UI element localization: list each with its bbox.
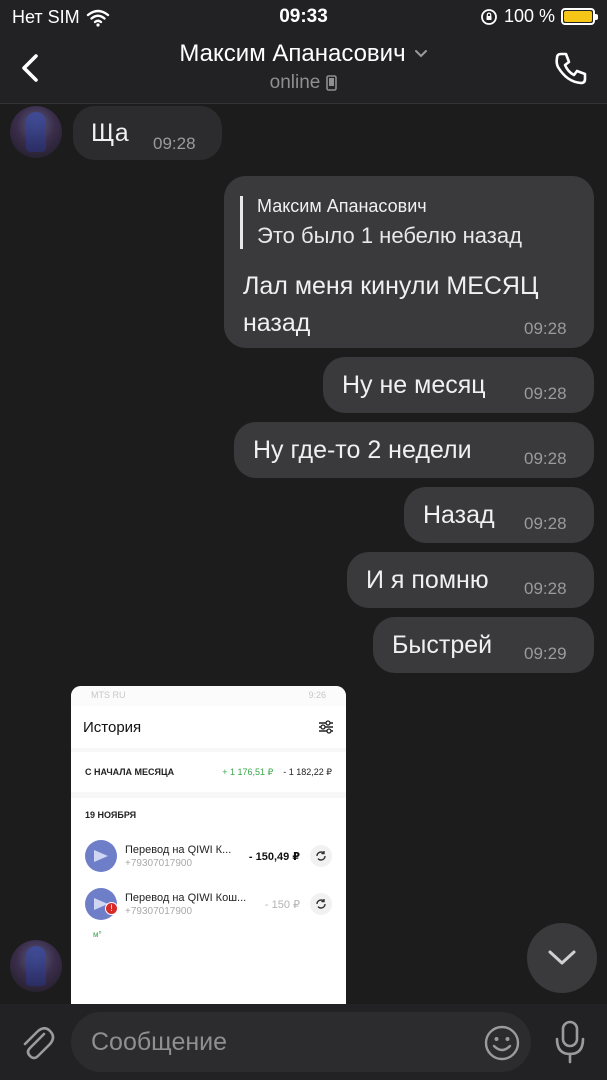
battery-icon <box>561 8 598 25</box>
transactions-date: 19 НОЯБРЯ <box>85 810 137 820</box>
attach-button[interactable] <box>16 1020 56 1064</box>
attachment-header: История <box>71 706 346 748</box>
message-field[interactable] <box>71 1012 531 1072</box>
attachment-carrier: MTS RU <box>91 690 126 700</box>
status-bar: Нет SIM 09:33 100 % <box>0 0 607 34</box>
message-bubble-outgoing[interactable]: Назад 09:28 <box>404 487 594 543</box>
emoji-button[interactable] <box>483 1024 521 1062</box>
message-time: 09:28 <box>524 319 567 338</box>
message-bubble-outgoing[interactable]: Ну не месяц 09:28 <box>323 357 594 413</box>
battery-percent: 100 % <box>503 6 555 26</box>
call-button[interactable] <box>549 46 593 90</box>
message-time: 09:28 <box>524 579 567 598</box>
voice-message-button[interactable] <box>550 1018 590 1066</box>
composer <box>0 1004 607 1080</box>
scroll-to-bottom-button[interactable] <box>527 923 597 993</box>
transfer-icon <box>85 840 117 872</box>
message-text-line-1: Лал меня кинули МЕСЯЦ <box>243 272 539 300</box>
attachment-mark: м° <box>93 930 102 939</box>
message-text: Быстрей <box>392 631 493 659</box>
attachment-summary: С НАЧАЛА МЕСЯЦА + 1 176,51 ₽ - 1 182,22 … <box>71 752 346 792</box>
transaction-phone: +79307017900 <box>125 905 193 917</box>
repeat-icon <box>310 845 332 867</box>
transaction-row: Перевод на QIWI К... +79307017900 - 150,… <box>85 832 332 880</box>
message-text-line-2: назад <box>243 309 311 337</box>
message-bubble-reply[interactable]: Максим Апанасович Это было 1 небелю наза… <box>224 176 594 348</box>
message-text: Ща <box>91 119 129 147</box>
message-text: Ну не месяц <box>342 371 486 399</box>
status-right-group: 100 % <box>480 6 598 27</box>
message-bubble-outgoing[interactable]: И я помню 09:28 <box>347 552 594 608</box>
attachment-time: 9:26 <box>308 690 326 700</box>
summary-label: С НАЧАЛА МЕСЯЦА <box>85 767 175 777</box>
transaction-phone: +79307017900 <box>125 857 193 869</box>
transaction-row: ! Перевод на QIWI Кош... +79307017900 - … <box>85 880 332 928</box>
contact-title[interactable]: Максим Апанасович online <box>0 40 607 94</box>
attachment-transactions: 19 НОЯБРЯ Перевод на QIWI К... +79307017… <box>71 798 346 1004</box>
phone-icon <box>555 52 587 85</box>
avatar[interactable] <box>10 106 62 158</box>
message-time: 09:28 <box>524 384 567 403</box>
message-text: И я помню <box>366 566 489 594</box>
message-bubble-incoming[interactable]: Ща 09:28 <box>73 106 222 160</box>
presence-status: online <box>269 72 321 93</box>
message-text: Ну где-то 2 недели <box>253 436 472 464</box>
smiley-icon <box>484 1025 520 1061</box>
paperclip-icon <box>23 1026 55 1060</box>
mobile-device-icon <box>326 75 338 91</box>
reply-author: Максим Апанасович <box>257 196 427 216</box>
filter-icon <box>319 720 333 734</box>
transaction-title: Перевод на QIWI К... <box>125 843 232 856</box>
orientation-lock-icon <box>481 8 497 25</box>
chat-header: Максим Апанасович online <box>0 34 607 104</box>
avatar[interactable] <box>10 940 62 992</box>
image-attachment[interactable]: MTS RU 9:26 История С НАЧАЛА МЕСЯЦА + 1 … <box>71 686 346 1004</box>
message-time: 09:28 <box>524 449 567 468</box>
attachment-status-bar: MTS RU 9:26 <box>71 686 346 706</box>
message-bubble-outgoing[interactable]: Ну где-то 2 недели 09:28 <box>234 422 594 478</box>
reply-quote[interactable]: Максим Апанасович Это было 1 небелю наза… <box>240 196 522 249</box>
chevron-down-icon <box>548 950 576 965</box>
microphone-icon <box>555 1020 585 1064</box>
transaction-title: Перевод на QIWI Кош... <box>125 891 247 904</box>
message-input[interactable] <box>91 1012 471 1072</box>
message-time: 09:28 <box>153 134 196 153</box>
message-time: 09:28 <box>524 514 567 533</box>
message-time: 09:29 <box>524 644 567 663</box>
error-badge-icon: ! <box>105 902 118 915</box>
message-list[interactable]: Ща 09:28 Максим Апанасович Это было 1 не… <box>0 104 607 1004</box>
contact-name: Максим Апанасович <box>179 40 406 67</box>
message-bubble-outgoing[interactable]: Быстрей 09:29 <box>373 617 594 673</box>
summary-expense: - 1 182,22 ₽ <box>283 766 332 777</box>
chevron-down-icon <box>414 50 427 58</box>
transaction-amount: - 150 ₽ <box>264 898 300 911</box>
summary-income: + 1 176,51 ₽ <box>222 766 274 777</box>
reply-text: Это было 1 небелю назад <box>257 223 522 248</box>
transaction-amount: - 150,49 ₽ <box>248 850 300 863</box>
attachment-title: История <box>83 718 142 736</box>
message-text: Назад <box>423 501 495 529</box>
repeat-icon <box>310 893 332 915</box>
